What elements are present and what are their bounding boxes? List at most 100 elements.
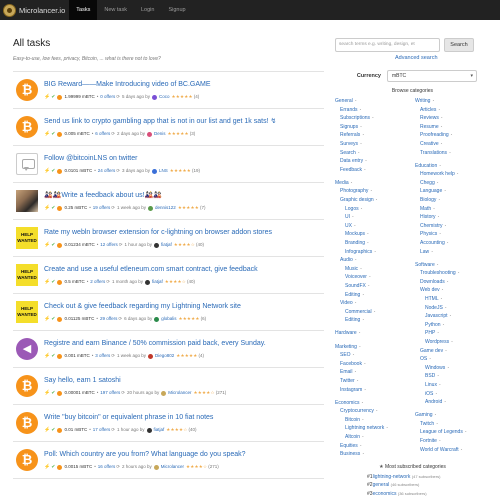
task-author[interactable]: Diego802 <box>155 353 174 359</box>
task-offers[interactable]: 17 offers <box>93 427 110 433</box>
nav-item-signup[interactable]: Signup <box>161 0 192 20</box>
task-offers[interactable]: 12 offers <box>100 242 117 248</box>
task-offers[interactable]: 3 offers <box>95 353 110 359</box>
category-link[interactable]: Software ◔ <box>415 261 490 270</box>
category-link[interactable]: Physics ◔ <box>415 230 490 239</box>
category-link[interactable]: Linux ◔ <box>415 381 490 390</box>
task-author[interactable]: fiatjaf <box>152 279 163 285</box>
category-link[interactable]: Windows ◔ <box>415 364 490 373</box>
category-link[interactable]: History ◔ <box>415 213 490 222</box>
task-offers[interactable]: 0 offers <box>100 94 115 100</box>
category-link[interactable]: HTML ◔ <box>415 295 490 304</box>
category-link[interactable]: Photography ◔ <box>335 187 415 196</box>
task-offers[interactable]: 16 offers <box>98 464 115 470</box>
category-link[interactable]: Infographics ◔ <box>335 248 415 257</box>
task-offers[interactable]: 19 offers <box>93 205 110 211</box>
category-link[interactable]: Translations ◔ <box>415 149 490 158</box>
task-title-link[interactable]: BIG Reward——Make Introducing video of BC… <box>44 80 324 90</box>
task-title-link[interactable]: Follow @bitcoinLNS on twitter <box>44 154 324 164</box>
category-link[interactable]: Android ◔ <box>415 398 490 407</box>
category-link[interactable]: Commercial ◔ <box>335 308 415 317</box>
category-link[interactable]: Instagram ◔ <box>335 386 415 395</box>
category-link[interactable]: PHP ◔ <box>415 329 490 338</box>
category-link[interactable]: Equities ◔ <box>335 442 415 451</box>
advanced-search-link[interactable]: Advanced search <box>395 55 490 62</box>
category-link[interactable]: Voiceover ◔ <box>335 273 415 282</box>
category-link[interactable]: Homework help ◔ <box>415 170 490 179</box>
task-title-link[interactable]: 🎎🎎Write a feedback about us!🎎🎎 <box>44 191 324 201</box>
category-link[interactable]: Lightning network ◔ <box>335 424 415 433</box>
task-thumbnail[interactable] <box>16 190 38 212</box>
task-title-link[interactable]: Say hello, earn 1 satoshi <box>44 376 324 386</box>
task-thumbnail[interactable]: ◀ <box>16 338 38 360</box>
category-link[interactable]: Referrals ◔ <box>335 131 415 140</box>
category-link[interactable]: OS ◔ <box>415 355 490 364</box>
task-title-link[interactable]: Send us link to crypto gambling app that… <box>44 117 324 127</box>
task-author[interactable]: Microlancer <box>161 464 184 470</box>
category-link[interactable]: Economics ◔ <box>335 399 415 408</box>
category-link[interactable]: Math ◔ <box>415 205 490 214</box>
category-link[interactable]: Logos ◔ <box>335 205 415 214</box>
category-link[interactable]: Cryptocurrency ◔ <box>335 407 415 416</box>
category-link[interactable]: Graphic design ◔ <box>335 196 415 205</box>
category-link[interactable]: Errands ◔ <box>335 106 415 115</box>
category-link[interactable]: Fortnite ◔ <box>415 437 490 446</box>
category-link[interactable]: Subscriptions ◔ <box>335 114 415 123</box>
task-thumbnail[interactable]: ₿ <box>16 116 38 138</box>
task-title-link[interactable]: Check out & give feedback regarding my L… <box>44 302 324 312</box>
category-link[interactable]: Reviews ◔ <box>415 114 490 123</box>
category-link[interactable]: Surveys ◔ <box>335 140 415 149</box>
category-link[interactable]: Education ◔ <box>415 162 490 171</box>
task-thumbnail[interactable]: HELP WANTED <box>16 301 38 323</box>
task-title-link[interactable]: Registre and earn Binance / 50% commissi… <box>44 339 324 349</box>
category-link[interactable]: Business ◔ <box>335 450 415 459</box>
category-link[interactable]: Twitch ◔ <box>415 420 490 429</box>
category-link[interactable]: Editing ◔ <box>335 291 415 300</box>
category-link[interactable]: UX ◔ <box>335 222 415 231</box>
category-link[interactable]: UI ◔ <box>335 213 415 222</box>
category-link[interactable]: Language ◔ <box>415 187 490 196</box>
category-link[interactable]: Wordpress ◔ <box>415 338 490 347</box>
task-author[interactable]: Coco <box>159 94 170 100</box>
category-link[interactable]: Media ◔ <box>335 179 415 188</box>
category-link[interactable]: SEO ◔ <box>335 351 415 360</box>
category-link[interactable]: Proofreading ◔ <box>415 131 490 140</box>
task-thumbnail[interactable]: HELP WANTED <box>16 227 38 249</box>
nav-item-new-task[interactable]: New task <box>97 0 134 20</box>
ms-category-link[interactable]: economics <box>373 491 397 497</box>
category-link[interactable]: Web dev ◔ <box>415 286 490 295</box>
task-offers[interactable]: 29 offers <box>100 316 117 322</box>
nav-item-login[interactable]: Login <box>134 0 161 20</box>
task-author[interactable]: fiatjaf <box>161 242 172 248</box>
category-link[interactable]: Altcoin ◔ <box>335 433 415 442</box>
category-link[interactable]: Search ◔ <box>335 149 415 158</box>
brand-link[interactable]: Microlancer.io <box>0 0 69 20</box>
category-link[interactable]: Downloads ◔ <box>415 278 490 287</box>
category-link[interactable]: General ◔ <box>335 97 415 106</box>
category-link[interactable]: Chemistry ◔ <box>415 222 490 231</box>
category-link[interactable]: League of Legends ◔ <box>415 428 490 437</box>
category-link[interactable]: Video ◔ <box>335 299 415 308</box>
category-link[interactable]: Writing ◔ <box>415 97 490 106</box>
task-author[interactable]: fiatjaf <box>154 427 165 433</box>
category-link[interactable]: Email ◔ <box>335 368 415 377</box>
task-thumbnail[interactable]: ₿ <box>16 375 38 397</box>
category-link[interactable]: Law ◔ <box>415 248 490 257</box>
category-link[interactable]: Javascript ◔ <box>415 312 490 321</box>
search-button[interactable]: Search <box>444 38 474 52</box>
task-title-link[interactable]: Write "buy bitcoin" or equivalent phrase… <box>44 413 324 423</box>
task-offers[interactable]: 2 offers <box>90 279 105 285</box>
category-link[interactable]: Mockups ◔ <box>335 230 415 239</box>
category-link[interactable]: Twitter ◔ <box>335 377 415 386</box>
category-link[interactable]: Bitcoin ◔ <box>335 416 415 425</box>
category-link[interactable]: Creative ◔ <box>415 140 490 149</box>
task-thumbnail[interactable]: ₿ <box>16 412 38 434</box>
task-author[interactable]: globalis <box>161 316 176 322</box>
task-offers[interactable]: 197 offers <box>100 390 120 396</box>
category-link[interactable]: Signups ◔ <box>335 123 415 132</box>
task-thumbnail[interactable]: ₿ <box>16 449 38 471</box>
task-thumbnail[interactable]: HELP WANTED <box>16 264 38 286</box>
category-link[interactable]: Accounting ◔ <box>415 239 490 248</box>
category-link[interactable]: Facebook ◔ <box>335 360 415 369</box>
category-link[interactable]: Articles ◔ <box>415 106 490 115</box>
